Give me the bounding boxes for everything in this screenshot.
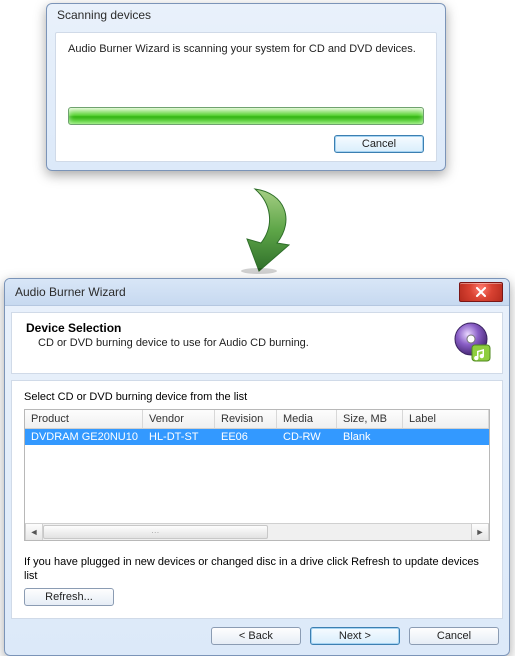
progress-bar xyxy=(68,107,424,125)
select-device-label: Select CD or DVD burning device from the… xyxy=(24,391,490,403)
wizard-footer: < Back Next > Cancel xyxy=(11,625,503,649)
scanning-message: Audio Burner Wizard is scanning your sys… xyxy=(68,43,424,107)
scroll-left-button[interactable]: ◄ xyxy=(25,524,43,540)
listview-header[interactable]: Product Vendor Revision Media Size, MB L… xyxy=(25,410,489,429)
listview-body[interactable]: DVDRAM GE20NU10 HL-DT-ST EE06 CD-RW Blan… xyxy=(25,429,489,523)
col-vendor[interactable]: Vendor xyxy=(143,410,215,428)
col-product[interactable]: Product xyxy=(25,410,143,428)
wizard-dialog: Audio Burner Wizard Device Selection CD … xyxy=(4,278,510,656)
cell-vendor: HL-DT-ST xyxy=(143,429,215,445)
wizard-title: Audio Burner Wizard xyxy=(15,285,459,299)
device-listview[interactable]: Product Vendor Revision Media Size, MB L… xyxy=(24,409,490,541)
cell-size: Blank xyxy=(337,429,403,445)
next-button[interactable]: Next > xyxy=(310,627,400,645)
back-button[interactable]: < Back xyxy=(211,627,301,645)
cell-media: CD-RW xyxy=(277,429,337,445)
disc-music-icon xyxy=(450,321,492,363)
scroll-right-button[interactable]: ► xyxy=(471,524,489,540)
header-subtitle: CD or DVD burning device to use for Audi… xyxy=(26,337,450,349)
scroll-thumb[interactable]: ··· xyxy=(43,525,268,539)
wizard-body: Select CD or DVD burning device from the… xyxy=(11,380,503,619)
col-label[interactable]: Label xyxy=(403,410,489,428)
refresh-button[interactable]: Refresh... xyxy=(24,588,114,606)
close-button[interactable] xyxy=(459,282,503,302)
col-revision[interactable]: Revision xyxy=(215,410,277,428)
scanning-title: Scanning devices xyxy=(57,8,151,22)
col-size[interactable]: Size, MB xyxy=(337,410,403,428)
close-icon xyxy=(475,287,487,297)
refresh-note: If you have plugged in new devices or ch… xyxy=(24,555,490,584)
header-title: Device Selection xyxy=(26,321,450,335)
wizard-header: Device Selection CD or DVD burning devic… xyxy=(11,312,503,374)
cancel-button[interactable]: Cancel xyxy=(334,135,424,153)
wizard-titlebar[interactable]: Audio Burner Wizard xyxy=(5,279,509,306)
cell-product: DVDRAM GE20NU10 xyxy=(25,429,143,445)
scroll-track[interactable]: ··· xyxy=(43,524,471,540)
cell-label xyxy=(403,429,489,445)
cancel-button[interactable]: Cancel xyxy=(409,627,499,645)
scanning-dialog: Scanning devices Audio Burner Wizard is … xyxy=(46,3,446,171)
table-row[interactable]: DVDRAM GE20NU10 HL-DT-ST EE06 CD-RW Blan… xyxy=(25,429,489,445)
cell-revision: EE06 xyxy=(215,429,277,445)
col-media[interactable]: Media xyxy=(277,410,337,428)
horizontal-scrollbar[interactable]: ◄ ··· ► xyxy=(25,523,489,540)
flow-arrow-icon xyxy=(215,185,305,275)
scanning-titlebar[interactable]: Scanning devices xyxy=(47,4,445,30)
